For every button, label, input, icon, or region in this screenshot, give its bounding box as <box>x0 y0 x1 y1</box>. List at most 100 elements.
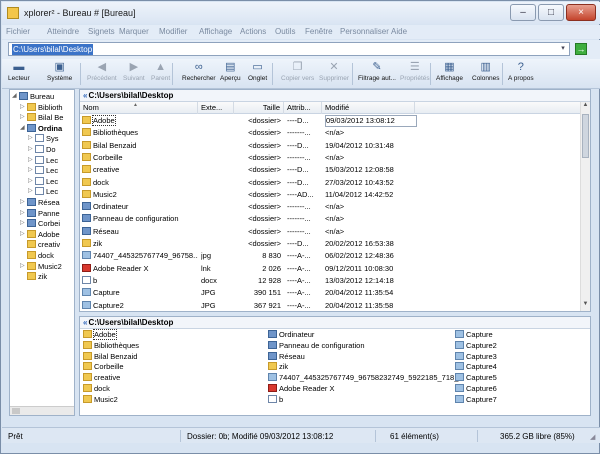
tree-expander-icon[interactable]: ▷ <box>20 262 25 269</box>
chevron-down-icon[interactable]: ▾ <box>558 44 568 54</box>
scrollbar-thumb[interactable] <box>12 408 20 414</box>
tree-item[interactable]: Biblioth <box>27 102 63 113</box>
menu-6[interactable]: Actions <box>240 27 266 36</box>
toolbar-button-8[interactable]: ❐ Copier vers <box>281 61 314 82</box>
file-row[interactable]: Adobe <dossier> ----D... 09/03/2012 13:08:1… <box>80 115 580 127</box>
list-item[interactable]: Ordinateur <box>268 330 314 341</box>
file-row[interactable]: creative <dossier> ----D... 15/03/2012 12:0… <box>80 164 580 176</box>
file-row[interactable]: b docx 12 928 ----A-... 13/03/2012 12:14:18 <box>80 275 580 287</box>
file-row[interactable]: Réseau <dossier> -------... <n/a> <box>80 226 580 238</box>
file-row[interactable]: 74407_445325767749_96758... jpg 8 830 ----A… <box>80 250 580 262</box>
list-item[interactable]: Bibliothèques <box>83 340 139 352</box>
tree-item[interactable]: dock <box>27 250 54 261</box>
tree-horizontal-scrollbar[interactable] <box>10 406 74 415</box>
tree-item[interactable]: Lec <box>35 155 58 166</box>
file-row[interactable]: Ordinateur <dossier> -------... <n/a> <box>80 201 580 213</box>
toolbar-button-7[interactable]: ▭ Onglet <box>248 61 267 82</box>
tree-item[interactable]: Panne <box>27 208 60 219</box>
tree-item[interactable]: zik <box>27 271 47 282</box>
toolbar-button-6[interactable]: ▤ Aperçu <box>220 61 241 82</box>
tree-item[interactable]: Lec <box>35 176 58 187</box>
column-header-4[interactable]: Modifié <box>322 102 415 114</box>
list-item[interactable]: Capture3 <box>455 351 497 363</box>
file-row[interactable]: Bilal Benzaid <dossier> ----D... 19/04/2012… <box>80 140 580 152</box>
tree-item[interactable]: Résea <box>27 197 60 208</box>
menu-8[interactable]: Fenêtre <box>305 27 333 36</box>
tree-item[interactable]: Corbei <box>27 218 60 229</box>
menu-5[interactable]: Affichage <box>199 27 232 36</box>
close-button[interactable]: × <box>566 4 596 21</box>
column-header-3[interactable]: Attrib... <box>284 102 322 114</box>
toolbar-button-11[interactable]: ☰ Propriétés <box>400 61 430 82</box>
file-row[interactable]: Capture2 JPG 367 921 ----A-... 20/04/2012 11… <box>80 300 580 312</box>
menu-7[interactable]: Outils <box>275 27 295 36</box>
scrollbar-thumb[interactable] <box>582 114 589 158</box>
toolbar-button-0[interactable]: ▬ Lecteur <box>8 61 30 82</box>
tree-item[interactable]: Bilal Be <box>27 112 63 123</box>
tree-item[interactable]: Adobe <box>27 229 60 240</box>
tree-item[interactable]: Sys <box>35 133 59 144</box>
toolbar-button-3[interactable]: ▶ Suivant <box>123 61 145 82</box>
file-row[interactable]: Corbeille <dossier> -------... <n/a> <box>80 152 580 164</box>
toolbar-button-10[interactable]: ✎ Filtrage aut... <box>358 61 396 82</box>
maximize-button[interactable]: □ <box>538 4 564 21</box>
go-arrow-icon[interactable]: → <box>575 43 587 55</box>
list-item[interactable]: Capture4 <box>455 362 497 373</box>
column-header-0[interactable]: Nom <box>80 102 198 114</box>
file-list-scrollbar[interactable]: ▲ ▼ <box>580 102 590 311</box>
list-item[interactable]: 74407_445325767749_96758232749_5922185_7… <box>268 373 463 384</box>
path-arrow-icon[interactable]: « <box>83 91 87 100</box>
tree-expander-icon[interactable]: ▷ <box>28 134 33 141</box>
toolbar-button-14[interactable]: ? A propos <box>508 61 534 82</box>
toolbar-button-1[interactable]: ▣ Système <box>47 61 72 82</box>
toolbar-button-13[interactable]: ▥ Colonnes <box>472 61 499 82</box>
scroll-up-icon[interactable]: ▲ <box>581 102 590 112</box>
list-item[interactable]: Bilal Benzaid <box>83 351 137 363</box>
tree-expander-icon[interactable]: ◢ <box>12 92 17 99</box>
tree-expander-icon[interactable]: ▷ <box>28 187 33 194</box>
file-row[interactable]: Adobe Reader X lnk 2 026 ----A-... 09/12/201… <box>80 263 580 275</box>
toolbar-button-5[interactable]: ∞ Rechercher <box>182 61 216 82</box>
list-item[interactable]: Capture7 <box>455 394 497 406</box>
list-item[interactable]: Adobe <box>83 329 117 341</box>
scroll-down-icon[interactable]: ▼ <box>581 301 590 311</box>
address-value[interactable]: C:\Users\bilal\Desktop <box>12 44 94 55</box>
file-row[interactable]: Bibliothèques <dossier> -------... <n/a> <box>80 127 580 139</box>
toolbar-button-12[interactable]: ▦ Affichage <box>436 61 463 82</box>
tree-expander-icon[interactable]: ▷ <box>20 113 25 120</box>
list-item[interactable]: Réseau <box>268 351 305 363</box>
tree-item[interactable]: creativ <box>27 239 60 250</box>
title-bar[interactable]: xplorer² - Bureau # [Bureau] – □ × <box>2 2 600 24</box>
toolbar-button-4[interactable]: ▲ Parent <box>151 61 170 82</box>
tree-item[interactable]: Music2 <box>27 261 62 272</box>
tree-item[interactable]: Do <box>35 144 56 155</box>
list-item[interactable]: Adobe Reader X <box>268 384 334 395</box>
menu-9[interactable]: Personnaliser <box>340 27 389 36</box>
list-item[interactable]: Capture5 <box>455 373 497 384</box>
menu-10[interactable]: Aide <box>391 27 407 36</box>
folder-tree[interactable]: ◢ Bureau ▷ Biblioth ▷ Bilal Be ◢ Ordina ▷ Sys ▷ Do ▷… <box>9 89 75 416</box>
menu-1[interactable]: Atteindre <box>47 27 79 36</box>
file-row[interactable]: Music2 <dossier> ----AD... 11/04/2012 14:42… <box>80 189 580 201</box>
toolbar-button-2[interactable]: ◀ Précédent <box>87 61 117 82</box>
tree-expander-icon[interactable]: ▷ <box>20 230 25 237</box>
path-arrow-icon[interactable]: « <box>83 318 87 327</box>
list-item[interactable]: b <box>268 394 283 406</box>
column-header-2[interactable]: Taille <box>234 102 284 114</box>
tree-item[interactable]: Bureau <box>19 91 54 102</box>
file-row[interactable]: Panneau de configuration <dossier> -------… <box>80 213 580 225</box>
toolbar-button-9[interactable]: ✕ Supprimer <box>319 61 349 82</box>
file-row[interactable]: Capture JPG 390 151 ----A-... 20/04/2012 11:… <box>80 287 580 299</box>
menu-4[interactable]: Modifier <box>159 27 187 36</box>
menu-2[interactable]: Signets <box>88 27 115 36</box>
file-row[interactable]: zik <dossier> ----D... 20/02/2012 16:53:38 <box>80 238 580 250</box>
tree-expander-icon[interactable]: ◢ <box>20 124 25 131</box>
list-item[interactable]: Capture6 <box>455 384 497 395</box>
tree-item[interactable]: Lec <box>35 165 58 176</box>
address-field[interactable]: C:\Users\bilal\Desktop ▾ <box>8 42 570 56</box>
file-row[interactable]: dock <dossier> ----D... 27/03/2012 10:43:52 <box>80 177 580 189</box>
tree-expander-icon[interactable]: ▷ <box>20 103 25 110</box>
column-header-1[interactable]: Exte... <box>198 102 234 114</box>
tree-expander-icon[interactable]: ▷ <box>28 166 33 173</box>
tree-expander-icon[interactable]: ▷ <box>20 219 25 226</box>
